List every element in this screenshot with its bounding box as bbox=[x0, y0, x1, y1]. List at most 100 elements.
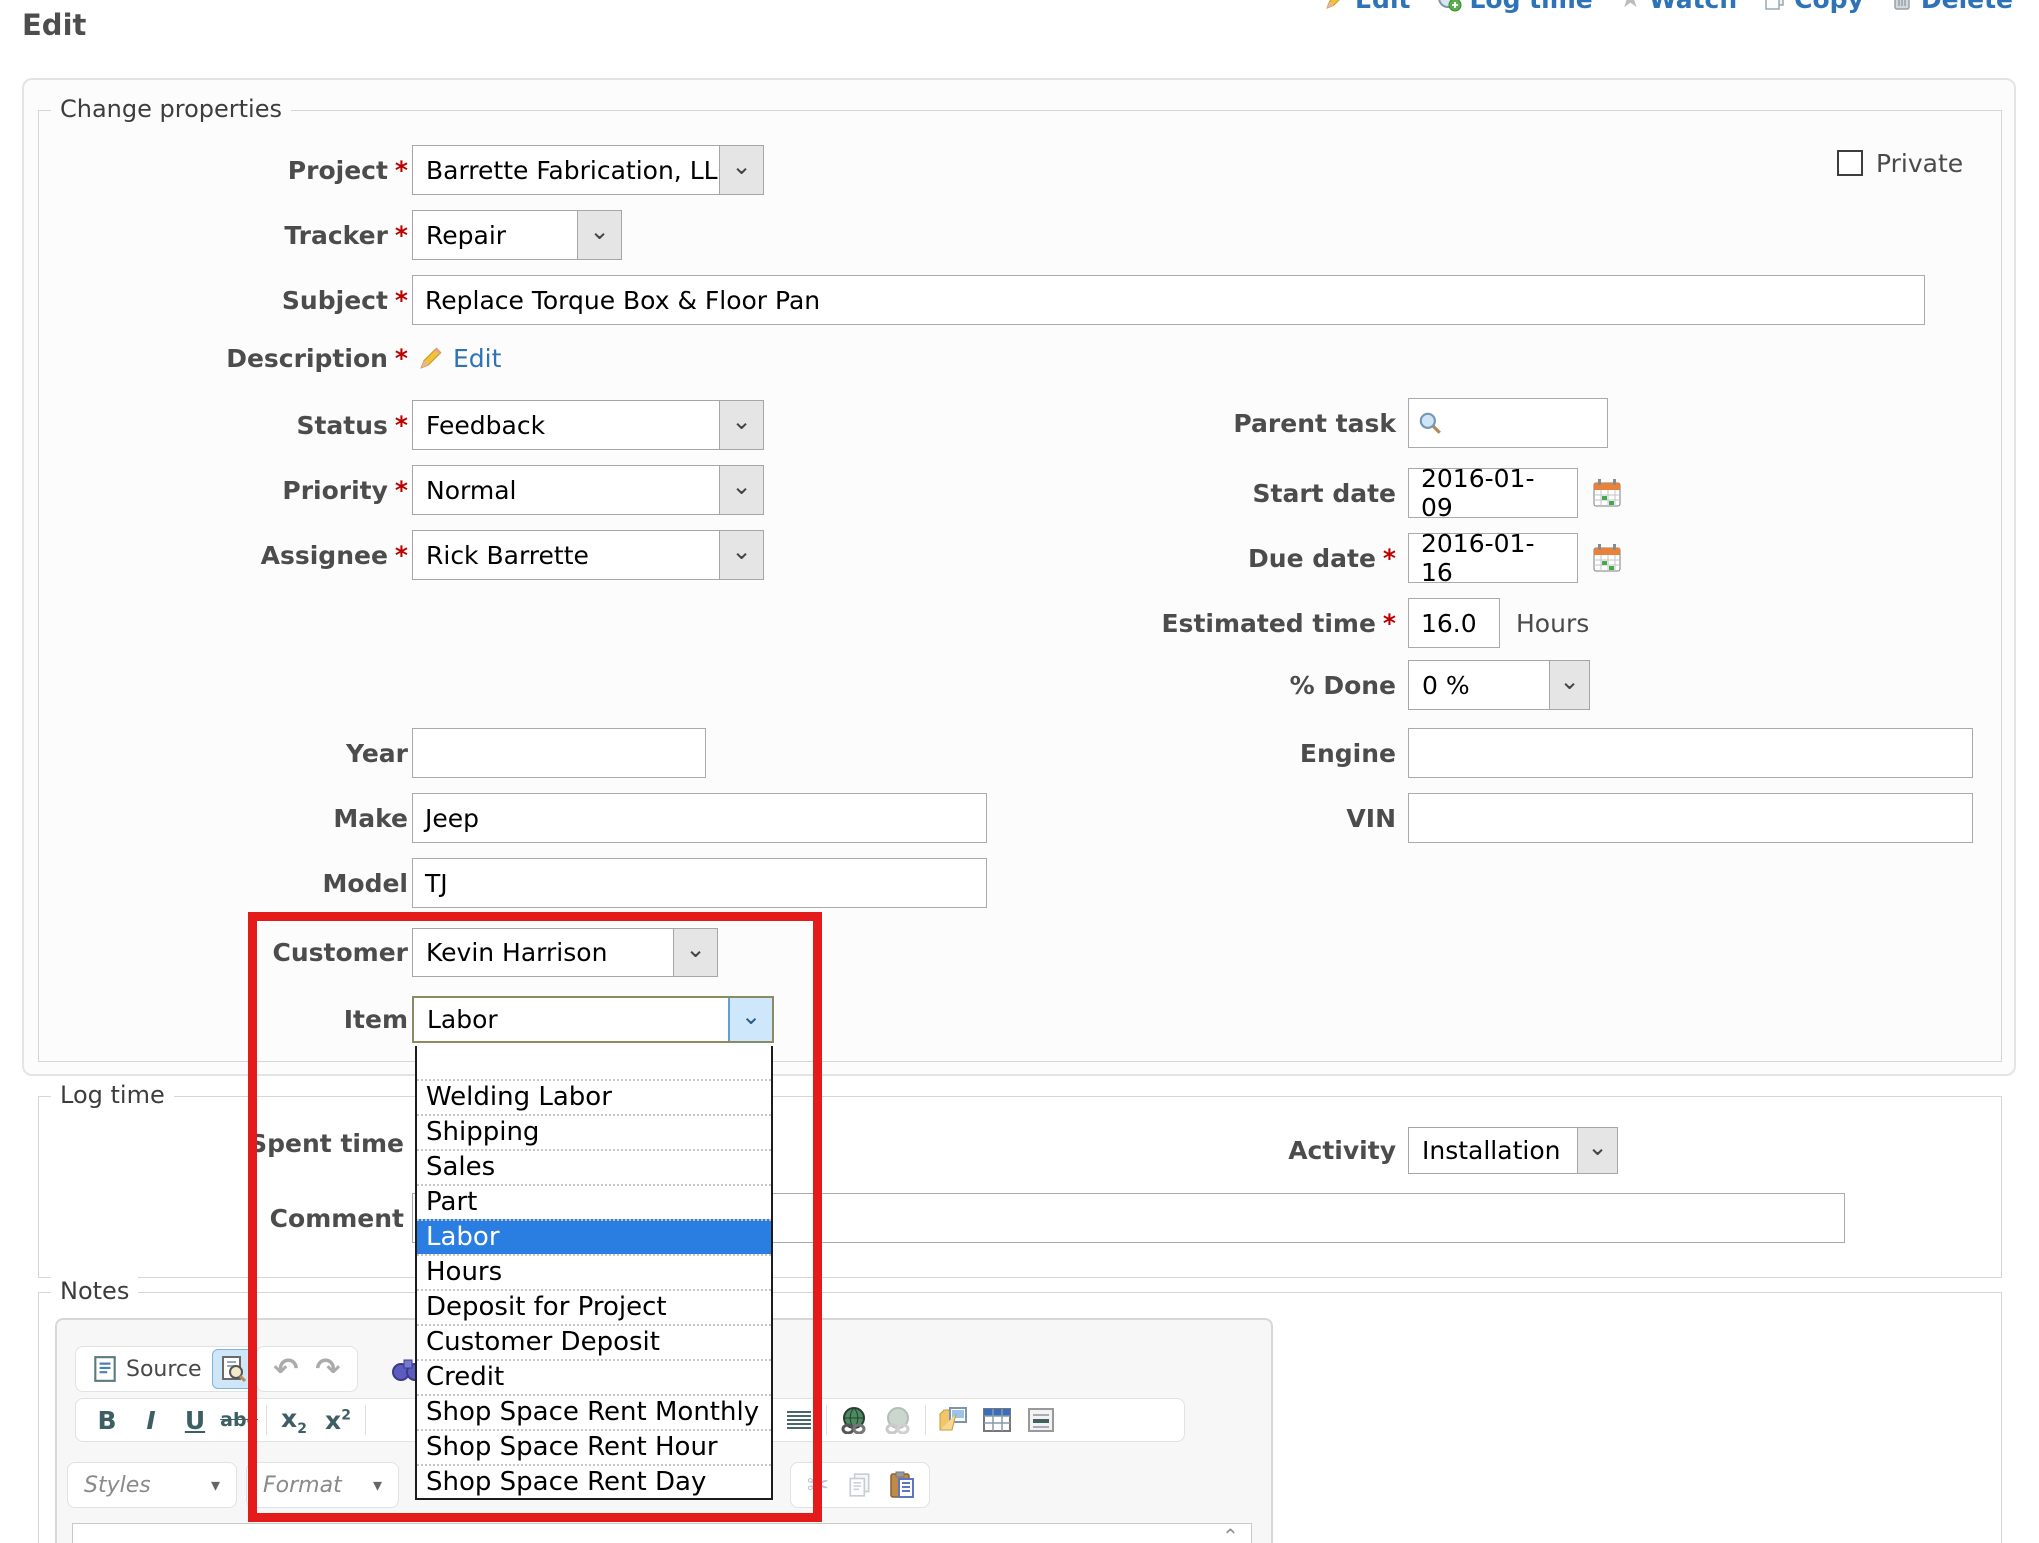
year-input[interactable] bbox=[412, 728, 706, 778]
chevron-down-icon[interactable] bbox=[728, 998, 772, 1041]
chevron-down-icon[interactable] bbox=[719, 146, 763, 194]
underline-button[interactable]: U bbox=[174, 1400, 216, 1440]
dropdown-arrow-icon: ▾ bbox=[373, 1475, 382, 1496]
private-checkbox[interactable] bbox=[1837, 150, 1863, 176]
chevron-down-icon[interactable] bbox=[719, 531, 763, 579]
project-label: Project* bbox=[40, 145, 408, 195]
item-dropdown-option[interactable]: Shop Space Rent Hour bbox=[417, 1429, 771, 1464]
edit-action[interactable]: Edit bbox=[1324, 0, 1411, 14]
item-dropdown-option[interactable]: Welding Labor bbox=[417, 1079, 771, 1114]
item-dropdown-option[interactable]: Hours bbox=[417, 1254, 771, 1289]
spent-time-label: Spent time bbox=[40, 1118, 404, 1168]
priority-select[interactable]: Normal bbox=[412, 465, 764, 515]
project-select[interactable]: Barrette Fabrication, LLC bbox=[412, 145, 764, 195]
bullet-list-button[interactable] bbox=[778, 1400, 820, 1440]
status-select[interactable]: Feedback bbox=[412, 400, 764, 450]
item-dropdown-option[interactable]: Shipping bbox=[417, 1114, 771, 1149]
log-time-legend: Log time bbox=[51, 1081, 174, 1109]
undo-button[interactable]: ↶ bbox=[265, 1349, 307, 1389]
start-date-input[interactable]: 2016-01-09 bbox=[1408, 468, 1578, 518]
link-icon bbox=[839, 1406, 869, 1434]
source-button[interactable]: Source bbox=[82, 1355, 212, 1383]
due-date-input[interactable]: 2016-01-16 bbox=[1408, 533, 1578, 583]
model-label: Model bbox=[40, 858, 408, 908]
blockquote-button[interactable] bbox=[1020, 1400, 1062, 1440]
italic-button[interactable]: I bbox=[130, 1400, 172, 1440]
toolbar-group-source: Source bbox=[75, 1346, 261, 1392]
magnifier-icon bbox=[1417, 410, 1443, 436]
strikethrough-button[interactable]: abc bbox=[218, 1400, 260, 1440]
item-dropdown-option[interactable]: Labor bbox=[417, 1219, 771, 1254]
copy-action[interactable]: Copy bbox=[1763, 0, 1864, 14]
subject-input[interactable]: Replace Torque Box & Floor Pan bbox=[412, 275, 1925, 325]
item-dropdown-option[interactable] bbox=[417, 1046, 771, 1079]
item-select[interactable]: Labor bbox=[412, 996, 774, 1043]
item-dropdown-option[interactable]: Part bbox=[417, 1184, 771, 1219]
item-dropdown-option[interactable]: Customer Deposit bbox=[417, 1324, 771, 1359]
preview-button[interactable] bbox=[212, 1349, 254, 1389]
activity-select[interactable]: Installation bbox=[1408, 1127, 1618, 1174]
description-label: Description* bbox=[40, 340, 408, 376]
activity-label: Activity bbox=[1000, 1127, 1396, 1174]
priority-label: Priority* bbox=[40, 465, 408, 515]
due-date-label: Due date* bbox=[1000, 533, 1396, 583]
customer-label: Customer bbox=[40, 928, 408, 977]
calendar-icon[interactable] bbox=[1592, 478, 1622, 508]
chevron-down-icon[interactable] bbox=[673, 929, 717, 976]
comment-label: Comment bbox=[40, 1193, 404, 1243]
format-dropdown[interactable]: Format▾ bbox=[246, 1462, 399, 1508]
engine-input[interactable] bbox=[1408, 728, 1973, 778]
scroll-up-icon[interactable]: ⌃ bbox=[1222, 1524, 1239, 1543]
cut-button[interactable]: ✂ bbox=[797, 1465, 839, 1505]
assignee-select[interactable]: Rick Barrette bbox=[412, 530, 764, 580]
tracker-select[interactable]: Repair bbox=[412, 210, 622, 260]
parent-task-label: Parent task bbox=[1000, 398, 1396, 448]
item-dropdown-option[interactable]: Shop Space Rent Monthly bbox=[417, 1394, 771, 1429]
issue-edit-page: Edit Log time ★ Watch Copy Delete Edit C… bbox=[0, 0, 2039, 1543]
chevron-down-icon[interactable] bbox=[719, 466, 763, 514]
notes-content-area[interactable] bbox=[72, 1523, 1252, 1543]
toolbar-separator bbox=[826, 1405, 827, 1435]
status-label: Status* bbox=[40, 400, 408, 450]
vin-input[interactable] bbox=[1408, 793, 1973, 843]
page-title: Edit bbox=[22, 8, 86, 42]
item-dropdown-option[interactable]: Sales bbox=[417, 1149, 771, 1184]
delete-action[interactable]: Delete bbox=[1890, 0, 2013, 14]
toolbar-group-undo: ↶ ↷ bbox=[256, 1346, 358, 1392]
bold-button[interactable]: B bbox=[86, 1400, 128, 1440]
link-button[interactable] bbox=[833, 1400, 875, 1440]
watch-action[interactable]: ★ Watch bbox=[1619, 0, 1737, 14]
table-icon bbox=[982, 1407, 1012, 1433]
parent-task-input[interactable] bbox=[1408, 398, 1608, 448]
percent-done-select[interactable]: 0 % bbox=[1408, 660, 1590, 710]
superscript-button[interactable]: x2 bbox=[317, 1400, 359, 1440]
make-input[interactable]: Jeep bbox=[412, 793, 987, 843]
unlink-icon bbox=[883, 1406, 913, 1434]
chevron-down-icon[interactable] bbox=[577, 211, 621, 259]
estimated-time-input[interactable]: 16.0 bbox=[1408, 598, 1500, 648]
chevron-down-icon[interactable] bbox=[1549, 661, 1589, 709]
chevron-down-icon[interactable] bbox=[719, 401, 763, 449]
item-dropdown-option[interactable]: Credit bbox=[417, 1359, 771, 1394]
paste-button[interactable] bbox=[881, 1465, 923, 1505]
source-doc-icon bbox=[92, 1355, 118, 1383]
chevron-down-icon[interactable] bbox=[1577, 1128, 1617, 1173]
image-button[interactable] bbox=[932, 1400, 974, 1440]
customer-select[interactable]: Kevin Harrison bbox=[412, 928, 718, 977]
item-dropdown-option[interactable]: Deposit for Project bbox=[417, 1289, 771, 1324]
item-dropdown-option[interactable]: Shop Space Rent Day bbox=[417, 1464, 771, 1499]
preview-icon bbox=[220, 1355, 246, 1383]
subscript-button[interactable]: x2 bbox=[273, 1400, 315, 1440]
calendar-icon[interactable] bbox=[1592, 543, 1622, 573]
styles-dropdown[interactable]: Styles▾ bbox=[67, 1462, 237, 1508]
item-dropdown-list[interactable]: Welding LaborShippingSalesPartLaborHours… bbox=[415, 1046, 773, 1500]
description-edit[interactable]: Edit bbox=[418, 340, 501, 376]
table-button[interactable] bbox=[976, 1400, 1018, 1440]
unlink-button[interactable] bbox=[877, 1400, 919, 1440]
copy-button[interactable] bbox=[839, 1465, 881, 1505]
model-input[interactable]: TJ bbox=[412, 858, 987, 908]
log-time-action[interactable]: Log time bbox=[1436, 0, 1592, 14]
redo-button[interactable]: ↷ bbox=[307, 1349, 349, 1389]
vin-label: VIN bbox=[1000, 793, 1396, 843]
toolbar-separator bbox=[925, 1405, 926, 1435]
